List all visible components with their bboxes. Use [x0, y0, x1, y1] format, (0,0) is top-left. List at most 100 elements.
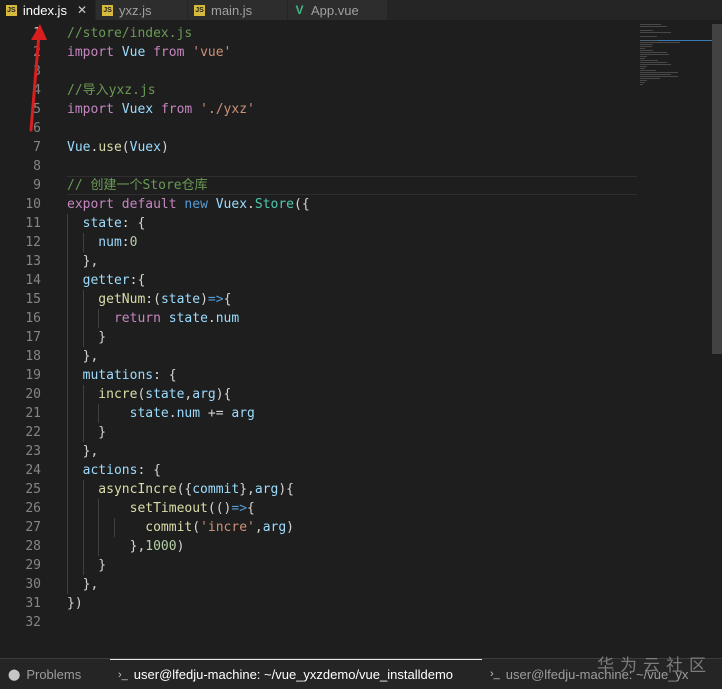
indent-guide [98, 499, 100, 518]
code-line[interactable]: }, [67, 347, 637, 366]
code-token: // 创建一个Store仓库 [67, 178, 208, 193]
minimap-line [640, 54, 669, 55]
code-line[interactable]: }, [67, 442, 637, 461]
code-line[interactable]: }, [67, 575, 637, 594]
code-line[interactable]: }, [67, 252, 637, 271]
code-token: += [200, 406, 232, 421]
line-number: 13 [25, 254, 41, 269]
minimap-line [640, 24, 661, 25]
code-token: Vuex [207, 197, 248, 212]
code-line[interactable]: // 创建一个Store仓库 [67, 176, 637, 195]
indent-guide [67, 556, 68, 575]
code-line[interactable] [67, 157, 637, 176]
code-line[interactable]: export default new Vuex.Store({ [67, 195, 637, 214]
code-token: }, [67, 254, 99, 269]
code-line[interactable]: } [67, 556, 637, 575]
tab-app-vue[interactable]: V App.vue [288, 0, 388, 20]
code-line[interactable]: mutations: { [67, 366, 637, 385]
line-number: 25 [25, 482, 41, 497]
code-line[interactable]: import Vue from 'vue' [67, 43, 637, 62]
close-icon[interactable]: ✕ [77, 3, 87, 17]
minimap-line [640, 36, 657, 37]
tab-index-js[interactable]: JS index.js ✕ [0, 0, 96, 20]
line-number: 20 [25, 387, 41, 402]
code-line[interactable]: } [67, 328, 637, 347]
code-token: :{ [129, 273, 146, 288]
minimap-line [640, 40, 659, 41]
code-line[interactable]: state: { [67, 214, 637, 233]
code-line[interactable]: //导入yxz.js [67, 81, 637, 100]
code-token: incre [67, 387, 138, 402]
terminal-icon: ›_ [490, 668, 500, 680]
code-line[interactable]: incre(state,arg){ [67, 385, 637, 404]
code-token: => [207, 292, 224, 307]
code-line[interactable]: state.num += arg [67, 404, 637, 423]
code-line[interactable]: }) [67, 594, 637, 613]
minimap-line [640, 72, 678, 73]
code-line[interactable]: } [67, 423, 637, 442]
code-token: 'vue' [192, 45, 232, 60]
line-number: 29 [25, 558, 41, 573]
code-line[interactable]: asyncIncre({commit},arg){ [67, 480, 637, 499]
code-line[interactable]: },1000) [67, 537, 637, 556]
code-line[interactable]: return state.num [67, 309, 637, 328]
tab-bar-empty-space[interactable] [388, 0, 722, 20]
code-token: state [160, 311, 208, 326]
line-number: 10 [25, 197, 41, 212]
indent-guide [98, 537, 100, 556]
line-number: 30 [25, 577, 41, 592]
code-token: ) [200, 292, 208, 307]
code-line[interactable] [67, 613, 637, 632]
code-line[interactable]: num:0 [67, 233, 637, 252]
indent-guide [67, 442, 68, 461]
code-line[interactable]: Vue.use(Vuex) [67, 138, 637, 157]
code-token: Store [254, 197, 295, 212]
line-number: 9 [33, 178, 41, 193]
minimap-line [640, 70, 656, 71]
code-line[interactable]: getter:{ [67, 271, 637, 290]
js-file-icon: JS [194, 4, 205, 16]
minimap-line [640, 84, 643, 85]
code-line[interactable]: commit('incre',arg) [67, 518, 637, 537]
code-token: ) [286, 520, 294, 535]
indent-guide [82, 499, 84, 518]
code-line[interactable]: import Vuex from './yxz' [67, 100, 637, 119]
code-token: }, [67, 539, 146, 554]
code-token: 0 [129, 235, 138, 250]
line-number: 24 [25, 463, 41, 478]
line-number: 7 [33, 140, 41, 155]
line-number: 18 [25, 349, 41, 364]
code-area[interactable]: //store/index.js import Vue from 'vue' //导… [67, 24, 637, 632]
minimap-line [640, 78, 660, 79]
code-line[interactable] [67, 119, 637, 138]
code-editor[interactable]: 1234567891011121314151617181920212223242… [0, 24, 712, 658]
tab-label: user@lfedju-machine: ~/vue_yxzdemo/vue_i… [133, 667, 454, 682]
indent-guide [82, 385, 84, 404]
tab-main-js[interactable]: JS main.js [188, 0, 288, 20]
code-line[interactable] [67, 62, 637, 81]
line-number: 23 [25, 444, 41, 459]
indent-guide [82, 404, 84, 423]
js-file-icon: JS [102, 4, 113, 16]
code-line[interactable]: //store/index.js [67, 24, 637, 43]
vertical-scrollbar-thumb[interactable] [712, 24, 722, 354]
tab-label: main.js [211, 2, 253, 18]
tab-terminal-1[interactable]: ›_ user@lfedju-machine: ~/vue_yxzdemo/vu… [110, 659, 482, 689]
minimap[interactable] [640, 24, 712, 94]
minimap-line [640, 42, 681, 43]
code-token: ({ [176, 482, 193, 497]
indent-guide [67, 347, 68, 366]
code-line[interactable]: getNum:(state)=>{ [67, 290, 637, 309]
tab-yxz-js[interactable]: JS yxz.js [96, 0, 188, 20]
annotation-arrow-icon [29, 24, 47, 132]
code-token: state [160, 292, 201, 307]
code-token: ){ [215, 387, 232, 402]
code-token: : { [153, 368, 177, 383]
code-line[interactable]: setTimeout(()=>{ [67, 499, 637, 518]
vertical-scrollbar-track[interactable] [712, 354, 722, 658]
code-token: arg [254, 482, 279, 497]
code-line[interactable]: actions: { [67, 461, 637, 480]
indent-guide [67, 328, 68, 347]
tab-problems[interactable]: ⬤ Problems [0, 659, 110, 689]
